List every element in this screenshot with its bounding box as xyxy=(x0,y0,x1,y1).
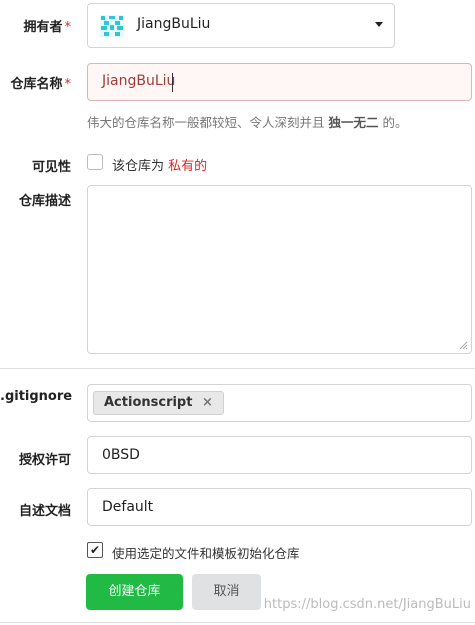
owner-value: JiangBuLiu xyxy=(137,16,211,32)
visibility-text-prefix: 该仓库为 xyxy=(112,159,169,174)
readme-label: 自述文档 xyxy=(18,504,71,519)
repo-name-value: JiangBuLiu xyxy=(102,73,176,89)
hint-emphasis: 独一无二 xyxy=(328,115,379,130)
hint-prefix: 伟大的仓库名称一般都较短、令人深刻并且 xyxy=(87,115,329,130)
description-label: 仓库描述 xyxy=(18,194,71,209)
license-input[interactable]: 0BSD xyxy=(87,436,472,474)
private-label: 私有的 xyxy=(168,159,208,174)
gitignore-label: .gitignore xyxy=(0,389,73,404)
gitignore-tag: Actionscript × xyxy=(93,391,224,415)
gitignore-multiselect[interactable]: Actionscript × xyxy=(87,384,472,422)
repo-name-hint: 伟大的仓库名称一般都较短、令人深刻并且 独一无二 的。 xyxy=(87,112,407,131)
hint-suffix: 的。 xyxy=(378,115,408,130)
gitignore-tag-label: Actionscript xyxy=(104,395,193,410)
description-textarea[interactable] xyxy=(87,185,472,354)
license-label: 授权许可 xyxy=(18,453,71,468)
visibility-text: 该仓库为 私有的 xyxy=(112,155,207,174)
owner-avatar xyxy=(100,15,124,37)
repo-name-required-mark: * xyxy=(64,77,72,92)
repo-name-label: 仓库名称 * xyxy=(0,73,71,92)
section-divider xyxy=(0,368,475,369)
owner-label-text: 拥有者 xyxy=(23,20,63,35)
resize-handle-icon[interactable] xyxy=(459,341,468,350)
auto-init-label: 使用选定的文件和模板初始化仓库 xyxy=(112,546,300,561)
text-cursor xyxy=(172,73,173,92)
cancel-button[interactable]: 取消 xyxy=(192,574,261,610)
repo-name-label-text: 仓库名称 xyxy=(10,77,63,92)
readme-value: Default xyxy=(102,499,154,515)
license-value: 0BSD xyxy=(102,447,140,463)
create-repo-button[interactable]: 创建仓库 xyxy=(86,574,183,610)
remove-tag-icon[interactable]: × xyxy=(202,395,213,410)
watermark: https://blog.csdn.net/JiangBuLiu xyxy=(263,597,471,612)
checkmark-icon: ✔ xyxy=(89,543,101,557)
owner-dropdown[interactable]: JiangBuLiu xyxy=(87,3,395,48)
auto-init-checkbox[interactable]: ✔ xyxy=(87,542,103,558)
visibility-label: 可见性 xyxy=(31,160,71,175)
owner-required-mark: * xyxy=(64,20,72,35)
repo-name-input[interactable]: JiangBuLiu xyxy=(87,63,472,101)
visibility-checkbox[interactable] xyxy=(87,154,103,170)
chevron-down-icon[interactable] xyxy=(375,22,383,27)
bottom-divider xyxy=(0,622,475,623)
owner-label: 拥有者 * xyxy=(0,16,71,35)
readme-input[interactable]: Default xyxy=(87,488,472,526)
